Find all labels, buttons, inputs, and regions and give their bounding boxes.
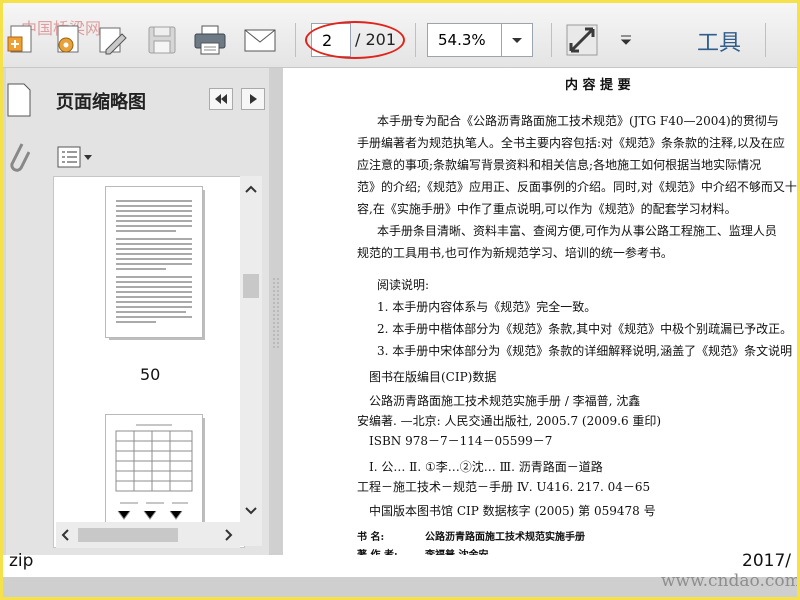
cip-line: 工程－施工技术－规范－手册 Ⅳ. U416. 217. 04－65 [357, 480, 651, 494]
thumbnail-horizontal-scrollbar[interactable] [56, 522, 240, 548]
zoom-dropdown-button[interactable] [501, 24, 532, 56]
toolbar-separator [765, 23, 766, 57]
thumbnail-text-preview [116, 200, 192, 323]
panel-expand-button[interactable] [241, 88, 265, 110]
scrollbar-thumb[interactable] [78, 528, 178, 542]
cip-line: ISBN 978－7－114－05599－7 [369, 434, 553, 448]
email-icon[interactable] [243, 23, 277, 57]
highlight-ellipse [305, 21, 405, 59]
cip-line: 安编著. —北京: 人民交通出版社, 2005.7 (2009.6 重印) [357, 414, 662, 428]
reading-title: 阅读说明: [377, 278, 430, 292]
cip-title: 图书在版编目(CIP)数据 [369, 370, 497, 384]
thumbnail-list: 50 [53, 176, 245, 548]
zoom-value: 54.3% [438, 31, 486, 49]
toolbar: 中国桥梁网 [3, 3, 797, 68]
play-right-icon [250, 94, 257, 104]
chevron-up-icon[interactable] [244, 184, 258, 194]
reading-item: 1. 本手册内容体系与《规范》完全一致。 [377, 300, 597, 314]
cip-line: Ⅰ. 公… Ⅱ. ①李…②沈… Ⅲ. 沥青路面－道路 [369, 460, 603, 474]
tools-button[interactable]: 工具 [697, 25, 741, 57]
book-name: 公路沥青路面施工技术规范实施手册 [425, 532, 585, 543]
toolbar-separator [551, 23, 552, 57]
chevron-down-icon[interactable] [244, 506, 258, 516]
fullscreen-icon[interactable] [565, 23, 599, 57]
reading-item: 3. 本手册中宋体部分为《规范》条款的详细解释说明,涵盖了《规范》条文说明 [377, 344, 793, 358]
edit-icon[interactable] [95, 23, 129, 57]
document-page: 内 容 提 要 本手册专为配合《公路沥青路面施工技术规范》(JTG F40—20… [283, 68, 797, 561]
paragraph-line: 本手册专为配合《公路沥青路面施工技术规范》(JTG F40—2004)的贯彻与 [377, 114, 779, 128]
file-date-text: 2017/ [742, 551, 791, 571]
paragraph-line: 规范的工具用书,也可作为新规范学习、培训的统一参考书。 [357, 246, 673, 260]
paragraph-line: 应注意的事项;条款编写背景资料和相关信息;各地施工如何根据当地实际情况 [357, 158, 762, 172]
thumbnail-options-button[interactable] [56, 144, 96, 170]
cip-number: 中国版本图书馆 CIP 数据核字 (2005) 第 059478 号 [369, 504, 656, 518]
background-file-list: zip 2017/ www.cndao.com [3, 551, 797, 597]
paragraph-line: 手册编著者为规范执笔人。全书主要内容包括:对《规范》条条款的注释,以及在应 [357, 136, 785, 150]
zoom-select[interactable]: 54.3% [427, 23, 533, 57]
thumbnail-vertical-scrollbar[interactable] [240, 176, 262, 546]
list-options-icon [57, 146, 92, 168]
print-icon[interactable] [193, 23, 227, 57]
page-icon[interactable] [6, 82, 32, 118]
file-extension-text: zip [9, 551, 34, 571]
scrollbar-thumb[interactable] [243, 274, 259, 298]
panel-collapse-button[interactable] [209, 88, 233, 110]
panel-title: 页面缩略图 [56, 92, 146, 113]
book-label: 书 名: [357, 532, 385, 543]
paragraph-line: 容,在《实施手册》中作了重点说明,可以作为《规范》的配套学习材料。 [357, 202, 737, 216]
panel-resize-handle[interactable] [269, 68, 283, 555]
pdf-reader-window: 中国桥梁网 [3, 3, 797, 597]
paragraph-line: 本手册条目清晰、资料丰富、查阅方便,可作为从事公路工程施工、监理人员 [377, 224, 777, 238]
paperclip-icon[interactable] [6, 140, 30, 180]
chevron-down-icon [512, 38, 522, 43]
thumbnail-page[interactable] [106, 187, 202, 337]
paragraph-line: 范》的介绍;《规范》应用正、反面事例的介绍。同时,对《规范》中介绍不够而又十 [357, 180, 797, 194]
toolbar-separator [295, 23, 296, 57]
thumbnails-panel: 页面缩略图 50 [6, 68, 269, 555]
menu-down-icon[interactable] [619, 33, 633, 45]
save-icon[interactable] [145, 23, 179, 57]
chevron-left-icon[interactable] [60, 528, 70, 542]
page-heading: 内 容 提 要 [565, 78, 631, 93]
grip-icon [273, 278, 279, 348]
settings-icon[interactable] [51, 23, 85, 57]
double-left-icon [215, 94, 227, 104]
thumbnail-page-label: 50 [140, 365, 161, 384]
toolbar-separator [415, 23, 416, 57]
chevron-right-icon[interactable] [224, 528, 234, 542]
create-pdf-icon[interactable] [5, 23, 39, 57]
cip-line: 公路沥青路面施工技术规范实施手册 / 李福普, 沈鑫 [369, 394, 641, 408]
watermark-bottom: www.cndao.com [661, 571, 797, 591]
reading-item: 2. 本手册中楷体部分为《规范》条款,其中对《规范》中极个别疏漏已予改正。 [377, 322, 793, 336]
